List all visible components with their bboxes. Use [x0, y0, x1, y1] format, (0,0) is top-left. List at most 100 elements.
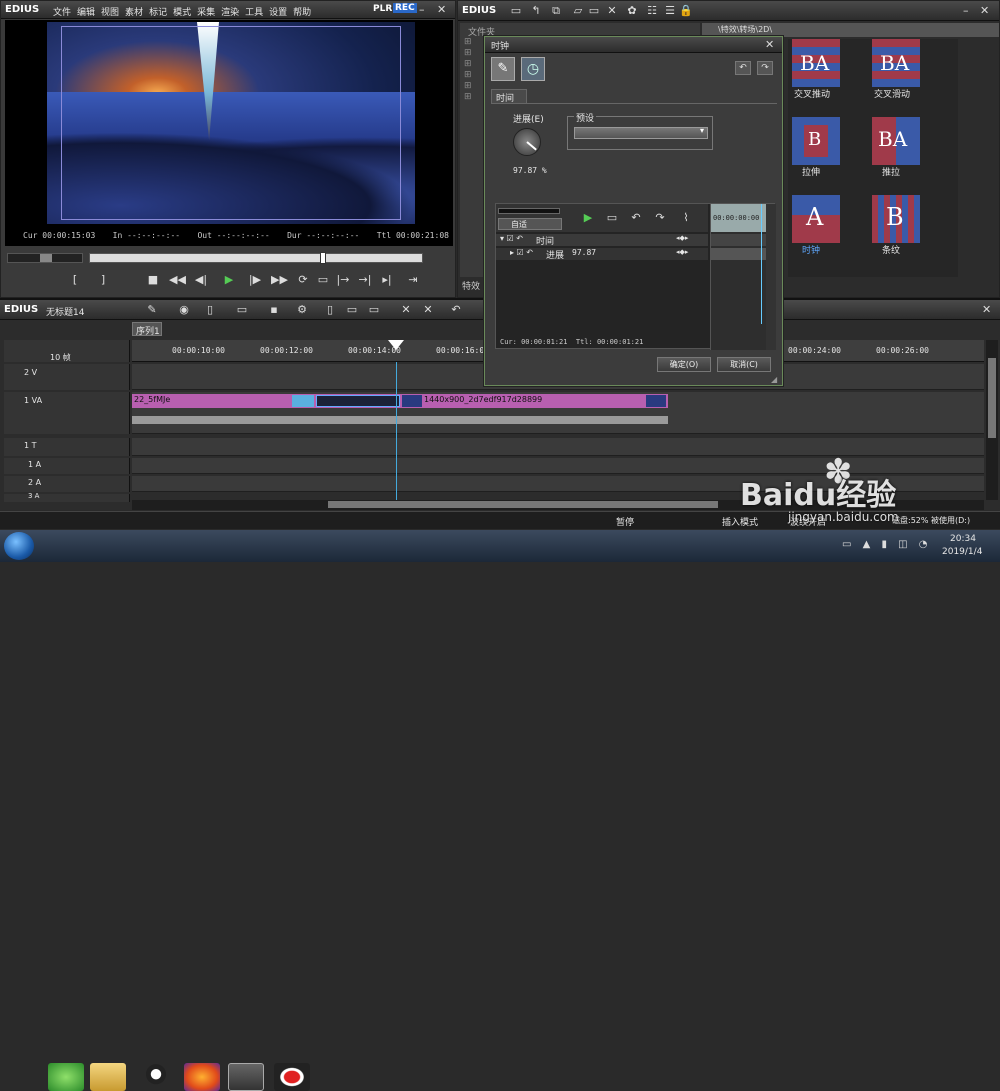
progress-dial[interactable]	[513, 128, 541, 156]
shuttle-knob[interactable]	[40, 254, 52, 262]
menu-mode[interactable]: 模式	[173, 5, 191, 18]
list-icon[interactable]: ☰	[662, 4, 678, 18]
clip-audio-bar[interactable]	[132, 416, 668, 424]
menu-capture[interactable]: 采集	[197, 5, 215, 18]
close-icon[interactable]: ✕	[437, 3, 446, 17]
copy-clip-icon[interactable]: ▭	[344, 303, 360, 317]
effects-tab[interactable]: 特效	[462, 279, 480, 292]
transition-marker[interactable]	[402, 395, 422, 407]
timeline-vscroll[interactable]	[986, 340, 998, 500]
cancel-button[interactable]: 取消(C)	[717, 357, 771, 372]
up-folder-icon[interactable]: ↰	[528, 4, 544, 18]
menu-marker[interactable]: 标记	[149, 5, 167, 18]
plr-button[interactable]: PLR	[373, 4, 392, 14]
kf-slider[interactable]	[498, 208, 560, 214]
step-forward-icon[interactable]: |▶	[247, 273, 263, 287]
set-out-icon[interactable]: ]	[95, 273, 111, 287]
delete-clip-icon[interactable]: ✕	[420, 303, 436, 317]
split-icon[interactable]: ✕	[398, 303, 414, 317]
menu-edit[interactable]: 编辑	[77, 5, 95, 18]
tray-icons[interactable]: ▭ ▲ ▮ ◫ ◔	[842, 539, 932, 550]
kf-mode-select[interactable]: 自适	[498, 218, 562, 230]
task-explorer-icon[interactable]	[90, 1063, 126, 1091]
start-button[interactable]	[4, 532, 34, 560]
task-360-icon[interactable]	[48, 1063, 84, 1091]
menu-file[interactable]: 文件	[53, 5, 71, 18]
open-icon[interactable]: ▭	[234, 303, 250, 317]
play-icon[interactable]: ▶	[221, 273, 237, 287]
track-header-3a[interactable]: 3 A	[4, 492, 130, 502]
cut-icon[interactable]: ▯	[322, 303, 338, 317]
task-qq-icon[interactable]	[138, 1063, 174, 1091]
menu-view[interactable]: 视图	[101, 5, 119, 18]
menu-clip[interactable]: 素材	[125, 5, 143, 18]
transition-region[interactable]	[316, 395, 400, 407]
menu-render[interactable]: 渲染	[221, 5, 239, 18]
dialog-undo-icon[interactable]: ↶	[735, 61, 751, 75]
clip-video-left[interactable]: 22_5fMJe 1440x900_2d7edf917d28899	[132, 394, 668, 408]
effect-tile-cross-slide[interactable]: BA	[872, 39, 920, 87]
view-icon[interactable]: ☷	[644, 4, 660, 18]
vscroll-thumb[interactable]	[988, 358, 996, 438]
kf-play-icon[interactable]: ▶	[580, 211, 596, 225]
fast-forward-icon[interactable]: ▶▶	[271, 273, 288, 287]
kf-row-nav[interactable]: ◂◆▸	[676, 248, 688, 256]
dialog-redo-icon[interactable]: ↷	[757, 61, 773, 75]
insert-icon[interactable]: |→	[335, 273, 351, 287]
effect-tile-stretch[interactable]: B	[792, 117, 840, 165]
save-icon[interactable]: ▪	[266, 303, 282, 317]
bin-close-icon[interactable]: ✕	[980, 4, 989, 18]
transition-marker[interactable]	[292, 395, 314, 407]
capture-icon[interactable]: ◉	[176, 303, 192, 317]
paste-icon[interactable]: ▭	[366, 303, 382, 317]
kf-row-checkbox[interactable]: ▾ ☑ ↶	[500, 234, 523, 243]
new-file-icon[interactable]: ▯	[202, 303, 218, 317]
playhead-marker[interactable]	[388, 340, 404, 350]
loop-icon[interactable]: ⟳	[295, 273, 311, 287]
kf-prev-icon[interactable]: ↶	[628, 211, 644, 225]
transition-marker[interactable]	[646, 395, 666, 407]
task-record-icon[interactable]	[274, 1063, 310, 1091]
replace-icon[interactable]: ▸|	[379, 273, 395, 287]
timeline-close-icon[interactable]: ✕	[982, 303, 991, 317]
track-1va[interactable]: 22_5fMJe 1440x900_2d7edf917d28899	[132, 392, 984, 434]
export-icon[interactable]: ⇥	[405, 273, 421, 287]
undo-icon[interactable]: ↶	[448, 303, 464, 317]
folder-icon[interactable]: ▭	[508, 4, 524, 18]
task-firefox-icon[interactable]	[184, 1063, 220, 1091]
tray-time[interactable]: 20:34	[950, 534, 976, 544]
set-in-icon[interactable]: [	[67, 273, 83, 287]
track-header-1va[interactable]: 1 VA	[4, 392, 130, 434]
effect-tile-cross-push[interactable]: BA	[792, 39, 840, 87]
palette-icon[interactable]: ✎	[491, 57, 515, 81]
track-header-2v[interactable]: 2 V	[4, 364, 130, 390]
rec-button[interactable]: REC	[393, 3, 417, 13]
kf-vscroll[interactable]	[766, 204, 776, 350]
zoom-level[interactable]: 10 帧	[50, 352, 71, 363]
delete-icon[interactable]: ✕	[604, 4, 620, 18]
effect-tile-stripes[interactable]: B	[872, 195, 920, 243]
kf-next-icon[interactable]: ↷	[652, 211, 668, 225]
effect-tile-push-pull[interactable]: BA	[872, 117, 920, 165]
settings-icon[interactable]: ⚙	[294, 303, 310, 317]
properties-icon[interactable]: ▭	[586, 4, 602, 18]
scrubber-head[interactable]	[320, 252, 326, 264]
menu-settings[interactable]: 设置	[269, 5, 287, 18]
copy-icon[interactable]: ⧉	[548, 4, 564, 18]
overwrite-icon[interactable]: →|	[357, 273, 373, 287]
lock-icon[interactable]: 🔒	[678, 4, 694, 18]
effect-tile-clock[interactable]: A	[792, 195, 840, 243]
sequence-tab[interactable]: 序列1	[132, 322, 162, 337]
output-icon[interactable]: ▭	[315, 273, 331, 287]
kf-timeline[interactable]: 00:00:00:00	[710, 204, 767, 350]
rewind-icon[interactable]: ◀◀	[169, 273, 186, 287]
menu-tools[interactable]: 工具	[245, 5, 263, 18]
track-header-2a[interactable]: 2 A	[4, 476, 130, 492]
kf-graph-icon[interactable]: ⌇	[678, 211, 694, 225]
clock-icon[interactable]: ◷	[521, 57, 545, 81]
player-scrubber[interactable]	[89, 252, 423, 264]
tray-date[interactable]: 2019/1/4	[942, 547, 982, 557]
new-sequence-icon[interactable]: ✎	[144, 303, 160, 317]
resize-grip-icon[interactable]: ◢	[771, 375, 777, 384]
dialog-close-icon[interactable]: ✕	[765, 38, 774, 52]
